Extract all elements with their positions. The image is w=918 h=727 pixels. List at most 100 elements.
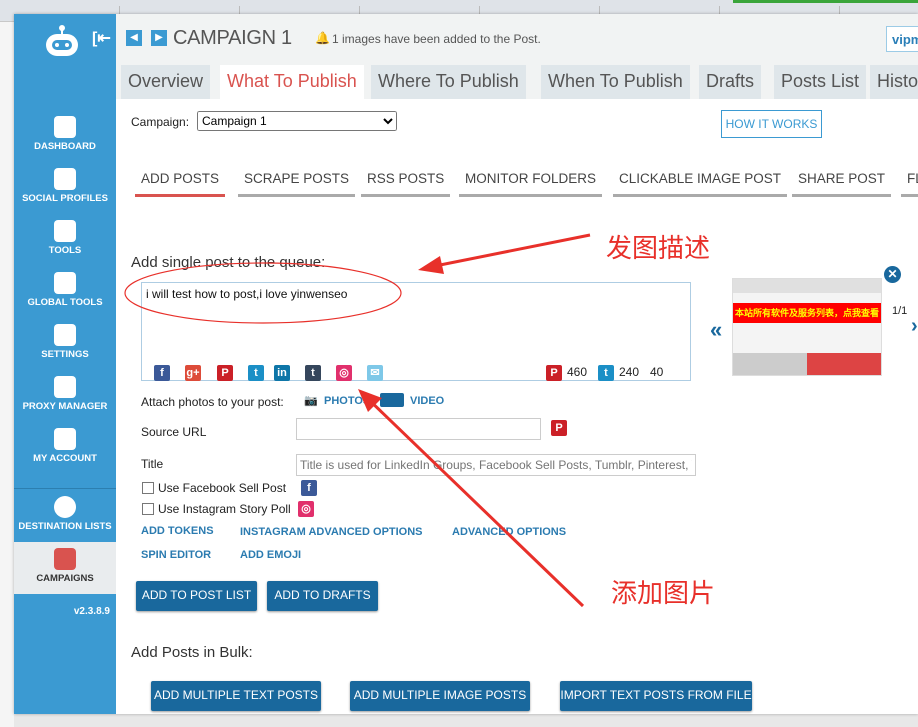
tumblr-icon[interactable]: t <box>305 365 321 381</box>
sidebar-divider <box>14 488 116 489</box>
sidebar-item-social-profiles[interactable]: SOCIAL PROFILES <box>14 168 116 220</box>
video-icon[interactable] <box>380 393 404 407</box>
add-tokens-link[interactable]: ADD TOKENS <box>141 525 214 537</box>
content-area: Campaign: Campaign 1 HOW IT WORKS ADD PO… <box>116 99 918 714</box>
how-it-works-button[interactable]: HOW IT WORKS <box>721 110 822 138</box>
campaign-select[interactable]: Campaign 1 <box>197 111 397 131</box>
add-single-post-heading: Add single post to the queue: <box>131 254 326 271</box>
version-label: v2.3.8.9 <box>73 606 110 617</box>
instagram-icon: ◎ <box>298 501 314 517</box>
sidebar-item-my-account[interactable]: MY ACCOUNT <box>14 428 116 480</box>
next-campaign-button[interactable]: ▶ <box>151 30 167 46</box>
annotation-add-image: 添加图片 <box>611 579 716 609</box>
linkedin-icon[interactable]: in <box>274 365 290 381</box>
global-tools-icon <box>54 272 76 294</box>
preview-banner-text: 本站所有软件及服务列表，点我查看 <box>733 303 881 323</box>
subtab-add-posts[interactable]: ADD POSTS <box>135 171 226 197</box>
app-window: [⇤ DASHBOARD SOCIAL PROFILES TOOLS GLOBA… <box>14 14 918 714</box>
sidebar-item-destination-lists[interactable]: DESTINATION LISTS <box>14 496 116 548</box>
tab-overview[interactable]: Overview <box>121 65 211 99</box>
twitter-icon[interactable]: t <box>248 365 264 381</box>
source-url-label: Source URL <box>141 425 207 439</box>
sidebar-item-campaigns[interactable]: CAMPAIGNS <box>14 542 116 594</box>
campaign-label: Campaign: <box>131 115 190 129</box>
background-window <box>0 22 14 727</box>
instagram-icon[interactable]: ◎ <box>336 365 352 381</box>
dashboard-icon <box>54 116 76 138</box>
instagram-story-poll-checkbox[interactable] <box>142 503 154 515</box>
post-text-input[interactable]: i will test how to post,i love yinwenseo… <box>141 282 691 381</box>
add-emoji-link[interactable]: ADD EMOJI <box>240 549 301 561</box>
tab-posts-list[interactable]: Posts List <box>774 65 867 99</box>
camera-icon[interactable]: 📷 <box>304 394 318 407</box>
spin-editor-link[interactable]: SPIN EDITOR <box>141 549 211 561</box>
sidebar-item-settings[interactable]: SETTINGS <box>14 324 116 376</box>
main-tabs: Overview What To Publish Where To Publis… <box>121 65 918 99</box>
add-multiple-image-posts-button[interactable]: ADD MULTIPLE IMAGE POSTS <box>350 681 530 711</box>
pinterest-count-icon: P <box>546 365 562 381</box>
pinterest-icon[interactable]: P <box>217 365 233 381</box>
sidebar-item-dashboard[interactable]: DASHBOARD <box>14 116 116 168</box>
social-profiles-icon <box>54 168 76 190</box>
page-title: CAMPAIGN 1 <box>173 27 292 49</box>
user-icon <box>54 428 76 450</box>
notification-text: 1 images have been added to the Post. <box>332 32 541 46</box>
tab-history[interactable]: Histo <box>870 65 918 99</box>
other-char-count: 40 <box>650 365 664 379</box>
sidebar-item-tools[interactable]: TOOLS <box>14 220 116 272</box>
user-menu[interactable]: vipm <box>886 26 918 52</box>
robot-logo-icon <box>46 25 78 56</box>
image-preview: 本站所有软件及服务列表，点我查看 <box>732 278 882 376</box>
subtab-clickable-image-post[interactable]: CLICKABLE IMAGE POST <box>613 171 788 197</box>
photos-link[interactable]: PHOTOS <box>324 395 370 407</box>
facebook-sell-post-label: Use Facebook Sell Post <box>158 481 287 495</box>
header: ◀ ▶ CAMPAIGN 1 🔔 1 images have been adde… <box>116 14 918 62</box>
tab-when-to-publish[interactable]: When To Publish <box>541 65 690 99</box>
subtab-scrape-posts[interactable]: SCRAPE POSTS <box>238 171 356 197</box>
preview-prev-icon[interactable]: « <box>710 317 722 343</box>
tab-drafts[interactable]: Drafts <box>699 65 762 99</box>
tab-where-to-publish[interactable]: Where To Publish <box>371 65 526 99</box>
instagram-advanced-options-link[interactable]: INSTAGRAM ADVANCED OPTIONS <box>240 526 423 538</box>
twitter-count-icon: t <box>598 365 614 381</box>
collapse-sidebar-icon[interactable]: [⇤ <box>92 28 111 48</box>
preview-counter: 1/1 <box>892 305 908 317</box>
calendar-icon <box>54 548 76 570</box>
previous-campaign-button[interactable]: ◀ <box>126 30 142 46</box>
map-pin-icon <box>54 496 76 518</box>
sidebar-item-global-tools[interactable]: GLOBAL TOOLS <box>14 272 116 324</box>
annotation-describe: 发图描述 <box>606 234 711 264</box>
preview-next-icon[interactable]: › <box>911 315 918 338</box>
add-to-post-list-button[interactable]: ADD TO POST LIST <box>136 581 257 611</box>
google-plus-icon[interactable]: g+ <box>185 365 201 381</box>
instagram-story-poll-label: Use Instagram Story Poll <box>158 502 291 516</box>
pinterest-char-count: 460 <box>567 365 588 379</box>
add-multiple-text-posts-button[interactable]: ADD MULTIPLE TEXT POSTS <box>151 681 321 711</box>
email-icon[interactable]: ✉ <box>367 365 383 381</box>
subtab-rss-posts[interactable]: RSS POSTS <box>361 171 451 197</box>
proxy-icon <box>54 376 76 398</box>
attach-label: Attach photos to your post: <box>141 395 284 409</box>
tab-what-to-publish[interactable]: What To Publish <box>220 65 364 99</box>
title-label: Title <box>141 457 164 471</box>
sidebar: [⇤ DASHBOARD SOCIAL PROFILES TOOLS GLOBA… <box>14 14 116 714</box>
source-url-input[interactable] <box>296 418 541 440</box>
post-text: i will test how to post,i love yinwenseo <box>146 287 348 301</box>
title-input[interactable] <box>296 454 696 476</box>
main-panel: ◀ ▶ CAMPAIGN 1 🔔 1 images have been adde… <box>116 14 918 714</box>
advanced-options-link[interactable]: ADVANCED OPTIONS <box>452 526 566 538</box>
facebook-icon: f <box>301 480 317 496</box>
subtab-monitor-folders[interactable]: MONITOR FOLDERS <box>459 171 603 197</box>
twitter-char-count: 240 <box>619 365 640 379</box>
progress-strip <box>733 0 918 3</box>
subtab-share-post[interactable]: SHARE POST <box>792 171 892 197</box>
facebook-sell-post-checkbox[interactable] <box>142 482 154 494</box>
video-link[interactable]: VIDEO <box>410 395 444 407</box>
remove-image-close-icon[interactable]: ✕ <box>884 266 901 283</box>
pinterest-source-icon[interactable]: P <box>551 420 567 436</box>
sidebar-item-proxy-manager[interactable]: PROXY MANAGER <box>14 376 116 428</box>
add-to-drafts-button[interactable]: ADD TO DRAFTS <box>267 581 378 611</box>
subtab-more[interactable]: FL <box>901 171 918 197</box>
facebook-icon[interactable]: f <box>154 365 170 381</box>
import-text-posts-button[interactable]: IMPORT TEXT POSTS FROM FILE <box>560 681 752 711</box>
